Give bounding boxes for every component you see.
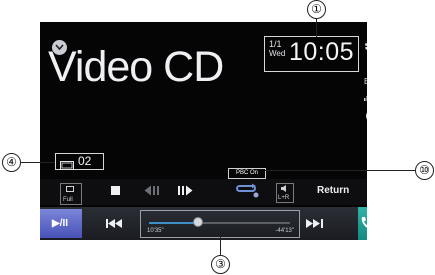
previous-track-icon[interactable] [106, 219, 124, 228]
audio-channel-button[interactable]: L+R [276, 183, 294, 203]
eq-label[interactable]: EQ [364, 77, 367, 86]
slow-forward-icon[interactable] [177, 185, 193, 196]
return-button[interactable]: Return [317, 185, 349, 196]
audio-channel-label: L+R [278, 195, 290, 201]
callout-10: ⑩ [415, 161, 434, 180]
clock-display: 1/1 Wed 10:05 [264, 36, 359, 72]
track-icon [60, 157, 74, 175]
playback-control-row: Full L+R Return [40, 179, 367, 205]
date-display: 1/1 Wed [269, 39, 285, 59]
head-unit-screen: Video CD 1/1 Wed 10:05 EQ [40, 22, 367, 240]
pbc-indicator: PBC On [228, 168, 266, 179]
elapsed-time: 10'35" [147, 228, 164, 234]
clock-time: 10:05 [289, 38, 355, 66]
stop-icon[interactable] [110, 185, 121, 196]
callout-1: ① [307, 0, 326, 19]
play-pause-label: ▶/II [52, 218, 69, 229]
repeat-icon[interactable] [235, 183, 261, 199]
date-day: 1/1 [269, 39, 282, 49]
eq-bars-icon[interactable] [364, 88, 367, 106]
source-title: Video CD [48, 43, 224, 91]
screen-mode-label: Full [63, 197, 73, 203]
speaker-icon [281, 185, 286, 192]
phone-icon [361, 217, 367, 228]
phone-button[interactable] [358, 207, 367, 240]
seek-progress-fill [149, 222, 199, 224]
callout-3-leader [220, 237, 221, 255]
play-pause-button[interactable]: ▶/II [40, 209, 82, 238]
seek-bar[interactable]: 10'35" -44'13" [140, 210, 300, 238]
screen-mode-button[interactable]: Full [60, 183, 82, 205]
callout-10-leader [265, 170, 415, 171]
callout-1-leader [316, 18, 317, 37]
remaining-time: -44'13" [275, 228, 294, 234]
callout-3: ③ [211, 255, 230, 274]
search-icon[interactable] [365, 109, 367, 132]
date-weekday: Wed [269, 49, 286, 58]
track-number: 02 [78, 154, 92, 168]
callout-4: ④ [2, 153, 21, 172]
slow-reverse-icon[interactable] [144, 185, 160, 196]
track-number-indicator: 02 [55, 153, 104, 170]
seek-handle[interactable] [193, 217, 204, 227]
playback-bar: ▶/II 10'35" -44'13" [40, 207, 367, 240]
next-track-icon[interactable] [306, 219, 324, 228]
gear-icon[interactable] [364, 38, 367, 65]
screen-mode-icon [66, 186, 74, 192]
callout-4-leader [21, 162, 55, 163]
